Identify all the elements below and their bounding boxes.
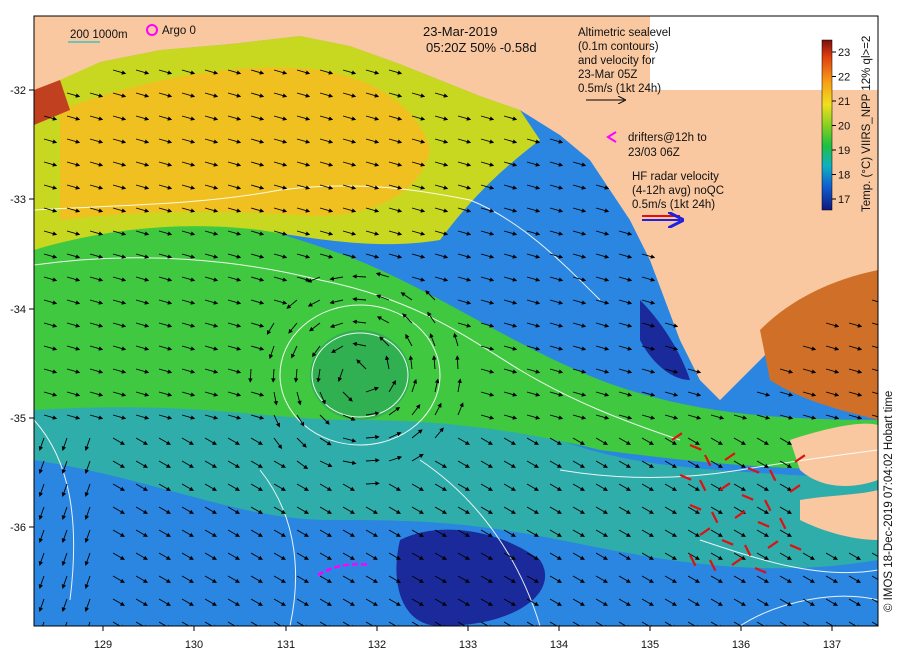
alt-line-3: and velocity for: [578, 55, 656, 67]
title-info: 05:20Z 50% -0.58d: [426, 40, 537, 55]
y-axis: -32 -33 -34 -35 -36: [10, 85, 34, 534]
y-tick-label: -34: [10, 304, 26, 316]
colorbar-scale: [821, 39, 833, 211]
x-tick-label: 137: [823, 639, 841, 651]
hfr-line-1: HF radar velocity: [632, 171, 719, 183]
colorbar-tick-label: 17: [838, 194, 850, 206]
eddy: [310, 330, 410, 420]
drifter-line-2: 23/03 06Z: [628, 147, 680, 159]
map-panel: [34, 16, 878, 626]
y-tick-label: -36: [10, 522, 26, 534]
hfr-line-2: (4-12h avg) noQC: [632, 185, 724, 197]
colorbar-tick-label: 18: [838, 170, 850, 182]
colorbar-label: Temp. (°C) VIIRS_NPP 12% ql>=2: [861, 36, 873, 212]
colorbar-tick-label: 23: [838, 47, 850, 59]
x-tick-label: 130: [185, 639, 203, 651]
title-date: 23-Mar-2019: [423, 24, 497, 39]
x-axis: 129 130 131 132 133 134 135 136 137: [94, 626, 841, 651]
y-tick-label: -32: [10, 85, 26, 97]
credit: © IMOS 18-Dec-2019 07:04:02 Hobart time: [883, 391, 895, 612]
x-tick-label: 131: [277, 639, 295, 651]
scale-bar-label: 200 1000m: [70, 29, 128, 41]
colorbar-tick-label: 22: [838, 72, 850, 84]
hfr-line-3: 0.5m/s (1kt 24h): [632, 199, 715, 211]
colorbar-tick-label: 20: [838, 121, 850, 133]
x-tick-label: 133: [459, 639, 477, 651]
y-tick-label: -35: [10, 413, 26, 425]
alt-line-2: (0.1m contours): [578, 41, 659, 53]
colorbar-tick-label: 21: [838, 96, 850, 108]
x-tick-label: 134: [550, 639, 568, 651]
alt-line-4: 23-Mar 05Z: [578, 69, 637, 81]
drifter-line-1: drifters@12h to: [628, 132, 707, 144]
x-tick-label: 135: [641, 639, 659, 651]
x-tick-label: 129: [94, 639, 112, 651]
alt-line-1: Altimetric sealevel: [578, 27, 671, 39]
argo-legend: Argo 0: [162, 25, 196, 37]
x-tick-label: 132: [368, 639, 386, 651]
alt-line-5: 0.5m/s (1kt 24h): [578, 83, 661, 95]
y-tick-label: -33: [10, 194, 26, 206]
sst-map: 129 130 131 132 133 134 135 136 137 -32 -33 -34 -35…: [10, 15, 895, 651]
x-tick-label: 136: [732, 639, 750, 651]
colorbar-tick-label: 19: [838, 145, 850, 157]
